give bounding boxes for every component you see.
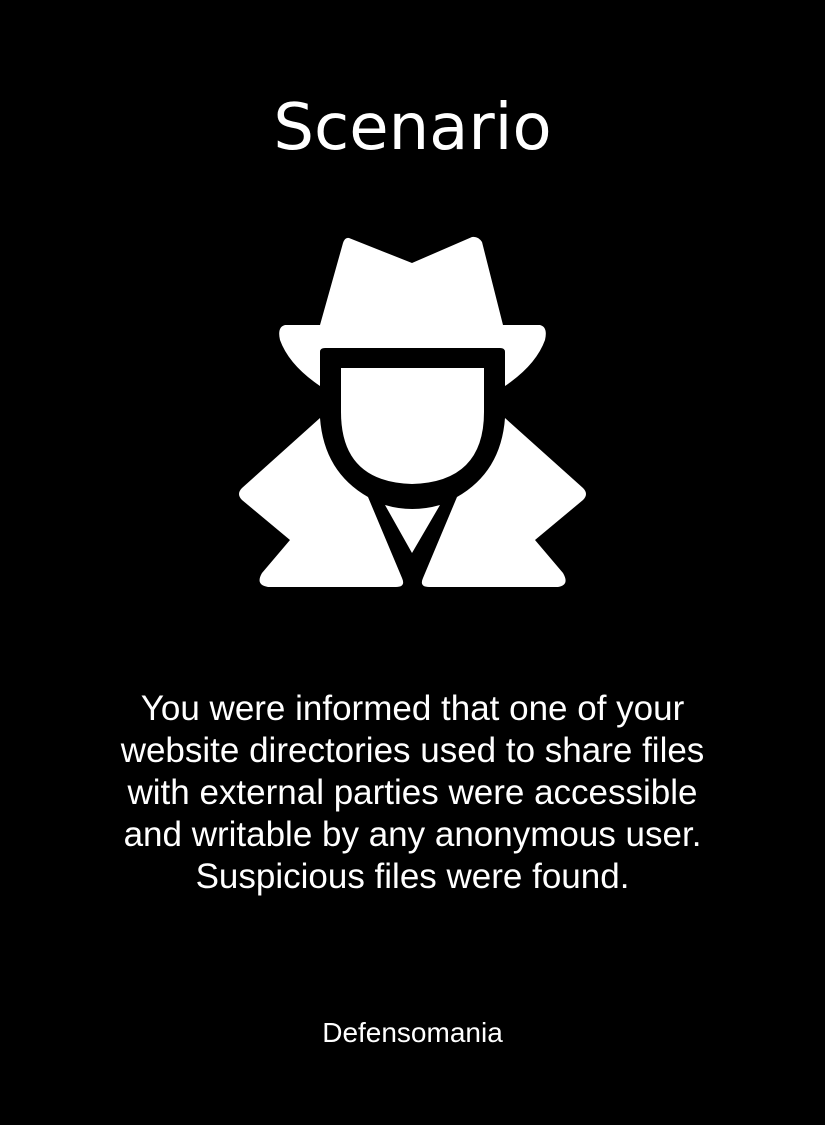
scenario-description: You were informed that one of your websi… bbox=[120, 689, 705, 896]
shirt-shape bbox=[385, 505, 440, 553]
face-shape bbox=[341, 368, 484, 484]
brand-name: Defensomania bbox=[322, 1017, 503, 1048]
hat-crown-shape bbox=[320, 236, 503, 325]
scenario-card: Scenario You were informed that one of y… bbox=[0, 0, 825, 1125]
card-title: Scenario bbox=[273, 91, 552, 165]
spy-agent-icon bbox=[239, 236, 586, 587]
